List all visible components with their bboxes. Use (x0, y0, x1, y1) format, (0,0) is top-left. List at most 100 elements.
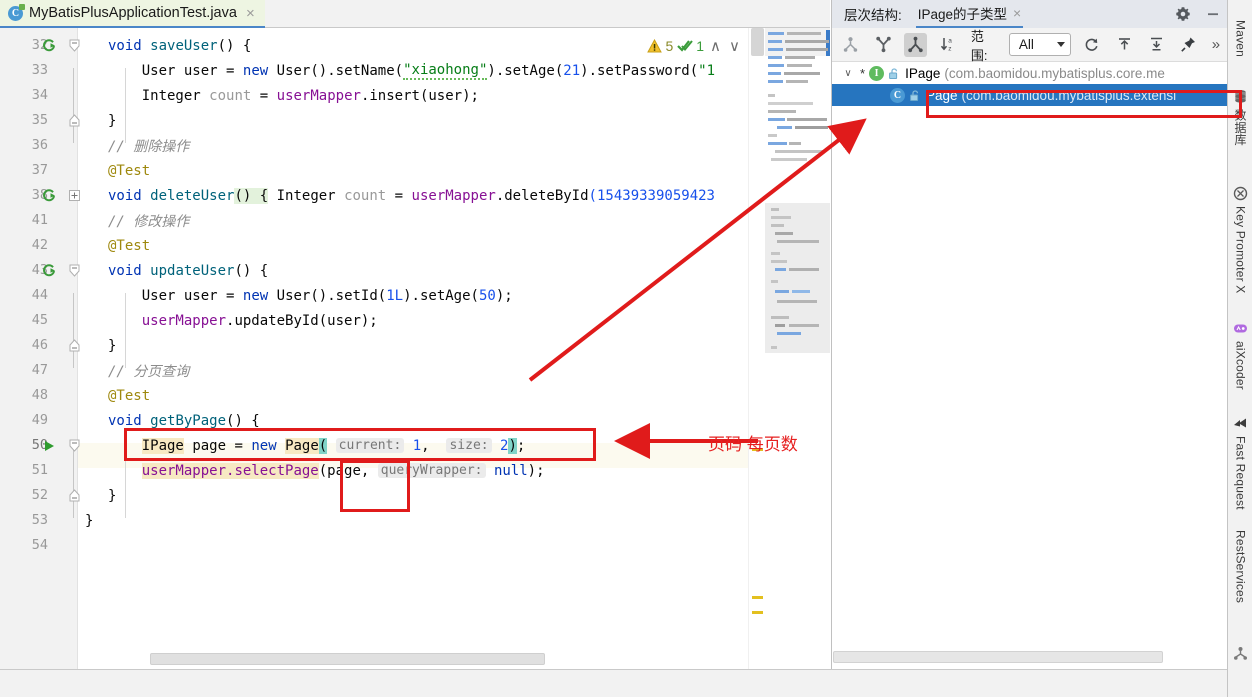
class-icon: C (890, 87, 905, 103)
tree-row-page[interactable]: C Page (com.baomidou.mybatisplus.extensi (832, 84, 1227, 106)
fold-open-icon[interactable] (66, 433, 82, 458)
editor-tab-bar: C MyBatisPlusApplicationTest.java × (0, 0, 830, 28)
type-hierarchy-button[interactable] (839, 33, 862, 57)
editor-tab[interactable]: C MyBatisPlusApplicationTest.java × (0, 0, 265, 28)
code-line-37: @Test (108, 162, 151, 179)
line-number: 41 (31, 212, 48, 228)
code-line-36: // 删除操作 (108, 138, 190, 155)
code-line-45: userMapper .updateById (user); (141, 312, 378, 329)
line-number: 45 (31, 312, 48, 328)
code-editor[interactable]: 32 33 34 35 36 37 38 41 42 43 44 45 46 4… (0, 28, 830, 669)
tree-item-name: IPage (905, 65, 941, 81)
line-number: 51 (31, 462, 48, 478)
chevron-down-icon (1056, 42, 1065, 47)
hierarchy-tab-label: IPage的子类型 (917, 7, 1008, 22)
fast-request-icon (1233, 415, 1249, 431)
run-gutter-icon[interactable] (41, 433, 57, 458)
expand-all-button[interactable] (1112, 33, 1135, 57)
aixcoder-icon (1233, 320, 1249, 336)
tree-row-ipage[interactable]: ∨ * I IPage (com.baomidou.mybatisplus.co… (832, 62, 1227, 84)
run-test-gutter-icon[interactable] (41, 258, 57, 283)
rail-item-maven[interactable]: Maven (1228, 20, 1252, 57)
hierarchy-tree[interactable]: ∨ * I IPage (com.baomidou.mybatisplus.co… (832, 62, 1227, 627)
refresh-button[interactable] (1080, 33, 1103, 57)
line-number: 48 (31, 387, 48, 403)
line-number: 42 (31, 237, 48, 253)
editor-tab-title: MyBatisPlusApplicationTest.java (29, 5, 237, 21)
rail-item-rest-services[interactable]: RestServices (1228, 530, 1252, 603)
code-line-42: @Test (108, 237, 151, 254)
line-number: 34 (31, 87, 48, 103)
fold-open-icon[interactable] (66, 258, 82, 283)
chevron-up-icon[interactable]: ∧ (708, 37, 723, 55)
pin-button[interactable] (1177, 33, 1200, 57)
warning-icon (647, 39, 663, 53)
right-tool-rail: Maven 数据库 Key Promoter X aiXcoder Fast R… (1227, 0, 1252, 697)
warning-count: 5 (665, 38, 674, 54)
code-line-48: @Test (108, 387, 151, 404)
rail-item-fast-request[interactable]: Fast Request (1228, 415, 1252, 510)
rail-label: RestServices (1233, 530, 1248, 604)
code-line-34: Integer count = userMapper .insert (user); (141, 87, 479, 104)
editor-horizontal-scrollbar[interactable] (78, 653, 748, 665)
stripe-warning-mark[interactable] (752, 596, 763, 599)
code-line-51: userMapper .selectPage (page, queryWrapper… (141, 462, 545, 479)
tree-item-name: Page (926, 87, 958, 103)
hierarchy-label: 层次结构: (844, 8, 902, 23)
warning-indicator[interactable]: 5 (647, 38, 673, 54)
code-line-43: void updateUser() { (108, 262, 269, 279)
minimize-icon[interactable] (1205, 6, 1221, 22)
fold-open-icon[interactable] (66, 33, 82, 58)
line-number: 37 (31, 162, 48, 178)
run-test-gutter-icon[interactable] (41, 183, 57, 208)
modifier-marker: * (860, 65, 866, 81)
rail-item-database[interactable]: 数据库 (1228, 88, 1252, 146)
sort-az-button[interactable]: az (936, 33, 959, 57)
line-number: 53 (31, 512, 48, 528)
java-class-icon: C (8, 3, 25, 21)
fold-end-icon[interactable] (66, 108, 82, 133)
annotation-note: 页码 每页数 (708, 435, 798, 454)
rail-item-structure[interactable] (1228, 645, 1252, 661)
scrollbar-thumb[interactable] (150, 653, 545, 665)
fold-collapsed-icon[interactable] (66, 183, 82, 208)
hierarchy-panel-header: 层次结构: IPage的子类型 × (832, 0, 1227, 28)
settings-icon[interactable] (1175, 6, 1191, 22)
inspection-widget[interactable]: 5 1 ∧ ∨ (647, 36, 742, 56)
code-line-47: // 分页查询 (108, 363, 190, 380)
rail-label: Maven (1233, 20, 1248, 58)
ok-indicator[interactable]: 1 (677, 38, 704, 54)
close-icon[interactable]: × (246, 5, 255, 22)
close-icon[interactable]: × (1013, 5, 1021, 21)
scope-value: All (1018, 37, 1034, 52)
code-line-35: } (108, 112, 117, 129)
rail-item-key-promoter[interactable]: Key Promoter X (1228, 185, 1252, 294)
code-minimap[interactable] (765, 28, 830, 669)
rail-item-aixcoder[interactable]: aiXcoder (1228, 320, 1252, 390)
code-line-52: } (108, 487, 117, 504)
rail-label: aiXcoder (1233, 341, 1248, 390)
toolbar-overflow-button[interactable]: » (1212, 36, 1220, 53)
subtypes-hierarchy-button[interactable] (903, 32, 928, 57)
line-number: 54 (31, 537, 48, 553)
chevron-down-icon[interactable]: ∨ (727, 37, 742, 55)
error-stripe[interactable] (748, 28, 765, 669)
code-line-44: User user = new User() .setId(1L) .setAge(… (141, 287, 513, 304)
fold-end-icon[interactable] (66, 483, 82, 508)
idea-window: C MyBatisPlusApplicationTest.java × 32 3… (0, 0, 1252, 697)
fold-end-icon[interactable] (66, 333, 82, 358)
hierarchy-tab[interactable]: IPage的子类型 × (915, 0, 1024, 28)
run-test-gutter-icon[interactable] (41, 33, 57, 58)
tree-item-package: (com.baomidou.mybatisplus.core.me (944, 65, 1165, 81)
supertypes-hierarchy-button[interactable] (871, 33, 894, 57)
chevron-down-icon[interactable]: ∨ (840, 68, 856, 79)
svg-text:a: a (948, 38, 952, 45)
code-line-33: User user = new User() .setName("xiaohong… (141, 61, 716, 80)
hierarchy-horizontal-scrollbar[interactable] (833, 651, 1163, 663)
hierarchy-panel: 层次结构: IPage的子类型 × a z 范围: All » ∨ * I IP… (831, 0, 1227, 669)
key-promoter-icon (1233, 185, 1249, 201)
collapse-all-button[interactable] (1145, 33, 1168, 57)
scope-dropdown[interactable]: All (1008, 33, 1071, 56)
stripe-warning-mark[interactable] (752, 611, 763, 614)
stripe-thumb[interactable] (751, 28, 764, 56)
